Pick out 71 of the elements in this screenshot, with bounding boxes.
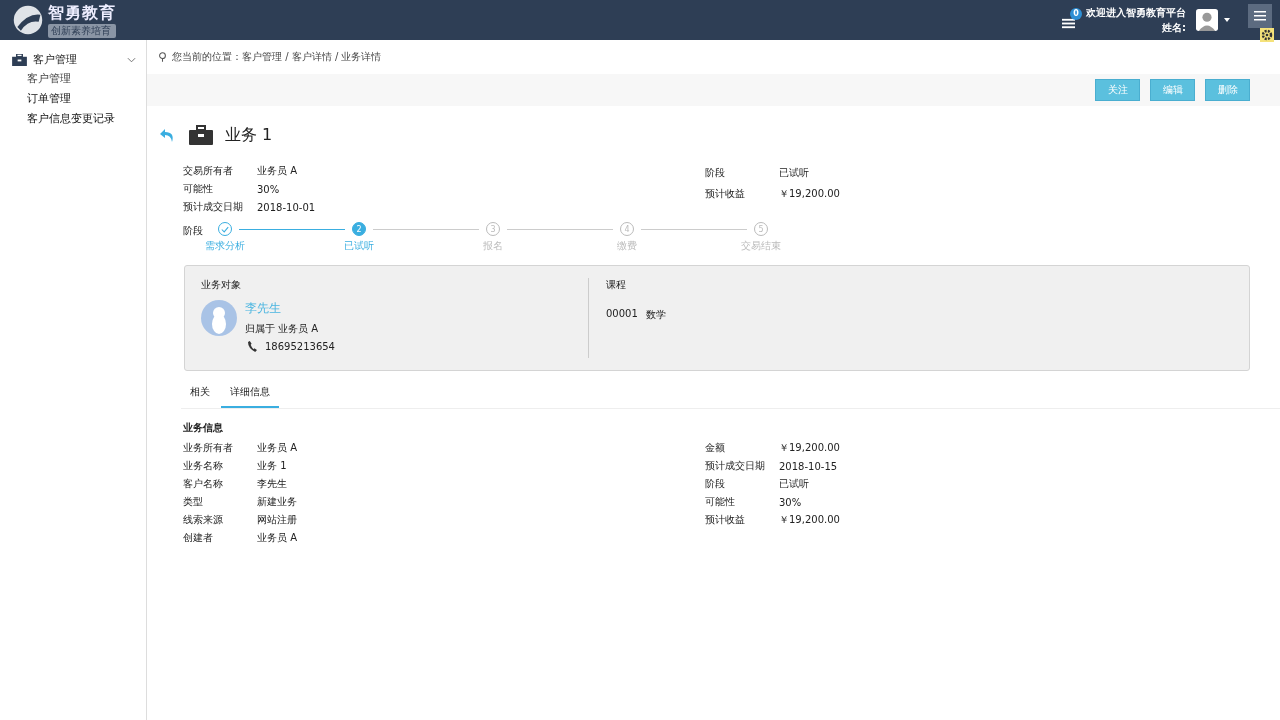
field-label: 可能性: [183, 182, 214, 196]
briefcase-icon: [12, 53, 27, 66]
location-pin-icon: [159, 52, 166, 62]
step-label: 缴费: [617, 239, 637, 253]
tab[interactable]: 详细信息: [221, 379, 279, 408]
section-heading: 课程: [606, 278, 627, 292]
settings-icon[interactable]: [1260, 28, 1274, 42]
section-heading: 业务信息: [182, 421, 224, 435]
field-value: ￥19,200.00: [779, 441, 840, 455]
step-marker: 2: [352, 222, 366, 236]
sidebar-group[interactable]: 客户管理: [0, 50, 146, 69]
field-label: 预计成交日期: [705, 459, 766, 473]
field-label: 业务名称: [183, 459, 224, 473]
field-value: 业务员 A: [257, 531, 298, 545]
user-name-label: 姓名:: [1162, 20, 1186, 35]
field-label: 预计成交日期: [183, 200, 244, 214]
page-title: 业务 1: [225, 124, 273, 146]
field-value: 新建业务: [257, 495, 297, 509]
briefcase-icon: [189, 125, 213, 145]
owner-text: 归属于 业务员 A: [245, 322, 320, 336]
field-label: 类型: [183, 495, 204, 509]
field-value: 30%: [779, 496, 802, 508]
field-value: 业务员 A: [257, 441, 298, 455]
field-label: 预计收益: [705, 513, 746, 527]
logo-icon: [12, 4, 44, 36]
notification-badge: 0: [1070, 8, 1082, 20]
field-value: 已试听: [779, 477, 809, 491]
section-heading: 业务对象: [201, 278, 242, 292]
phone-number: 18695213654: [265, 341, 335, 352]
menu-icon[interactable]: [1248, 4, 1272, 28]
sidebar-item[interactable]: 客户信息变更记录: [0, 109, 146, 129]
tab[interactable]: 相关: [181, 379, 219, 408]
sidebar-item[interactable]: 订单管理: [0, 89, 146, 109]
field-label: 创建者: [183, 531, 214, 545]
field-value: 业务员 A: [257, 164, 298, 178]
field-label: 阶段: [705, 477, 726, 491]
field-label: 交易所有者: [183, 164, 234, 178]
chevron-icon[interactable]: [127, 56, 136, 63]
field-value: 李先生: [257, 477, 287, 491]
field-label: 业务所有者: [183, 441, 234, 455]
field-value: 业务 1: [257, 459, 287, 473]
stage-label: 阶段: [183, 224, 203, 238]
field-label: 客户名称: [183, 477, 224, 491]
course-code: 00001: [606, 308, 638, 321]
field-value: 2018-10-15: [779, 460, 838, 472]
avatar-icon[interactable]: [1196, 9, 1218, 31]
logo-subtitle: 创新素养培育: [48, 23, 116, 38]
avatar-icon: [201, 300, 237, 336]
caret-icon[interactable]: [1224, 18, 1230, 22]
field-value: 网站注册: [257, 513, 297, 527]
welcome-text: 欢迎进入智勇教育平台: [1086, 5, 1186, 20]
step-label: 报名: [483, 239, 503, 253]
field-value: ￥19,200.00: [779, 513, 840, 527]
field-label: 预计收益: [705, 186, 746, 201]
field-label: 线索来源: [183, 513, 224, 527]
field-value: ￥19,200.00: [779, 186, 840, 201]
message-icon[interactable]: [1062, 17, 1075, 30]
field-value: 已试听: [779, 165, 809, 180]
phone-icon: [248, 341, 257, 352]
logo-title: 智勇教育: [48, 2, 116, 24]
sidebar-item[interactable]: 客户管理: [0, 69, 146, 89]
field-value: 30%: [257, 183, 280, 195]
field-label: 金额: [705, 441, 726, 455]
course-name: 数学: [645, 308, 666, 322]
field-label: 阶段: [705, 165, 726, 180]
field-label: 可能性: [705, 495, 736, 509]
step-label: 需求分析: [205, 239, 245, 253]
field-value: 2018-10-01: [257, 201, 316, 213]
breadcrumb: 您当前的位置：客户管理 / 客户详情 / 业务详情: [172, 50, 382, 64]
step-label: 已试听: [344, 239, 374, 253]
step-label: 交易结束: [741, 239, 781, 253]
